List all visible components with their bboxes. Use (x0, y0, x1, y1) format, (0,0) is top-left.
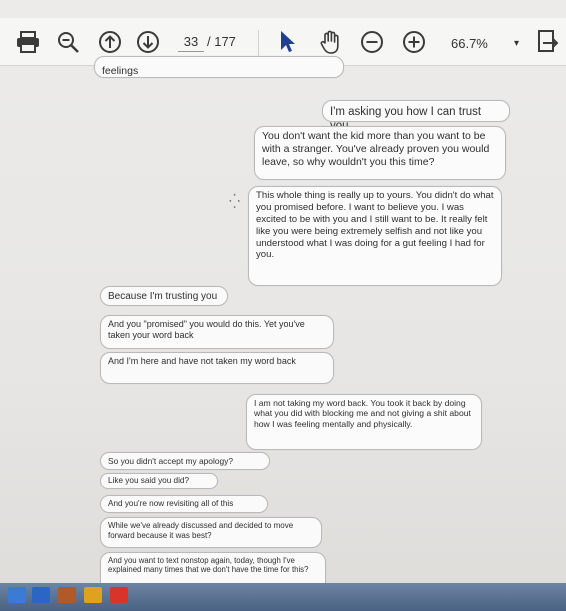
zoom-level-value: 66.7% (451, 35, 488, 51)
message-bubble-right: You don't want the kid more than you wan… (254, 126, 506, 180)
taskbar (0, 583, 566, 611)
windows-icon[interactable] (8, 587, 26, 603)
minus-circle-icon[interactable] (358, 28, 386, 56)
printer-icon[interactable] (14, 28, 42, 56)
message-text: And you want to text nonstop again, toda… (108, 556, 309, 575)
plus-circle-icon[interactable] (400, 28, 428, 56)
message-bubble-left: And you're now revisiting all of this (100, 495, 268, 513)
message-text: I am not taking my word back. You took i… (254, 398, 471, 429)
message-thread: feelings I'm asking you how I can trust … (82, 56, 522, 596)
arrow-down-circle-icon[interactable] (134, 28, 162, 56)
typing-indicator: ⁛ (229, 193, 241, 209)
document-page: feelings I'm asking you how I can trust … (0, 56, 566, 611)
app-icon[interactable] (58, 587, 76, 603)
search-zoom-icon[interactable] (54, 28, 82, 56)
message-text: So you didn't accept my apology? (108, 456, 233, 466)
message-bubble-right: I am not taking my word back. You took i… (246, 394, 482, 450)
arrow-up-circle-icon[interactable] (96, 28, 124, 56)
message-text: Like you said you did? (108, 476, 190, 485)
message-bubble-left: And I'm here and have not taken my word … (100, 352, 334, 384)
message-bubble-left: So you didn't accept my apology? (100, 452, 270, 470)
message-text: While we've already discussed and decide… (108, 521, 294, 540)
message-bubble-left: feelings (94, 56, 344, 78)
message-text: And you "promised" you would do this. Ye… (108, 319, 305, 340)
message-text: And I'm here and have not taken my word … (108, 356, 296, 366)
chevron-down-icon: ▾ (513, 37, 519, 49)
page-number-input[interactable]: 33 (178, 34, 204, 52)
message-bubble-right: I'm asking you how I can trust you. (322, 100, 510, 132)
cursor-arrow-icon[interactable] (276, 28, 300, 56)
page-total: / 177 (207, 34, 236, 49)
message-text: You don't want the kid more than you wan… (262, 130, 490, 168)
message-text: And you're now revisiting all of this (108, 499, 234, 508)
message-text: Because I'm trusting you (108, 291, 218, 302)
message-bubble-right: This whole thing is really up to yours. … (248, 186, 502, 286)
toolbar-divider (258, 30, 259, 56)
message-bubble-left: And you "promised" you would do this. Ye… (100, 315, 334, 349)
message-text: feelings (102, 65, 139, 77)
message-bubble-left: Like you said you did? (100, 473, 218, 489)
pdf-viewer-window: 33 / 177 66.7% ▾ feelings I'm asking you… (0, 0, 566, 611)
hand-icon[interactable] (318, 28, 344, 56)
folder-icon[interactable] (84, 587, 102, 603)
message-text: This whole thing is really up to yours. … (256, 190, 494, 261)
message-bubble-left: While we've already discussed and decide… (100, 517, 322, 548)
message-bubble-left: Because I'm trusting you (100, 286, 228, 306)
app-icon[interactable] (32, 587, 50, 603)
app-icon[interactable] (110, 587, 128, 603)
fit-page-icon[interactable] (535, 28, 561, 56)
zoom-level-select[interactable]: 66.7% ▾ (445, 32, 525, 54)
